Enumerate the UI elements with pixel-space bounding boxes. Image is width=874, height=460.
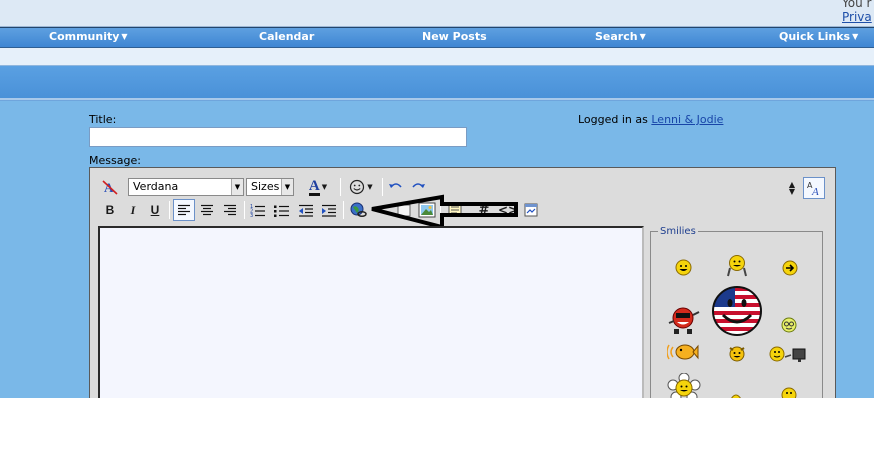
title-label: Title: [89,113,117,126]
align-right-button[interactable] [220,200,240,220]
toolbar-separator [244,201,245,219]
chevron-down-icon: ▼ [321,183,328,191]
remove-format-button[interactable]: A [100,177,120,197]
arrow-smiley-icon[interactable] [782,260,798,276]
message-label: Message: [89,154,141,167]
wink-icon[interactable] [781,317,797,333]
chevron-down-icon: ▼ [281,179,293,195]
align-center-button[interactable] [197,200,217,220]
outdent-button[interactable] [296,200,316,220]
tv-smiley-icon[interactable] [768,344,812,364]
nav-search[interactable]: Search ▼ [595,30,646,43]
undo-icon [389,183,402,188]
message-textarea[interactable] [98,226,644,398]
welcome-text: You r [842,0,872,10]
nav-quick-links-label: Quick Links [779,30,851,43]
band-divider [0,98,874,101]
partial-smiley-icon-2[interactable] [780,386,798,398]
screenshot: You r Priva Community ▼ Calendar New Post… [0,0,874,398]
cheer-icon[interactable] [725,253,749,277]
underline-button[interactable]: U [145,200,165,220]
chevron-down-icon: ▼ [367,183,373,191]
insert-php-button[interactable] [521,200,541,220]
switch-editor-mode-button[interactable]: AA [803,177,825,199]
align-center-icon [201,204,213,216]
nav-community-label: Community [49,30,120,43]
devil-icon[interactable] [727,344,747,362]
font-color-icon: A [308,177,320,196]
font-select-value: Verdana [133,180,179,193]
nav-calendar-label: Calendar [259,30,315,43]
indent-button[interactable] [319,200,339,220]
indent-icon [322,204,336,217]
privacy-link[interactable]: Priva [842,10,874,24]
fish-icon[interactable] [667,341,699,363]
php-code-icon [524,203,538,217]
size-select-value: Sizes [251,180,280,193]
align-left-icon [178,204,190,216]
expand-down-icon: ▼ [788,187,796,196]
nav-quick-links[interactable]: Quick Links ▼ [779,30,858,43]
smile-icon[interactable] [675,259,692,276]
outdent-icon [299,204,313,217]
bullet-list-icon [274,205,289,217]
smilies-legend: Smilies [658,226,698,237]
align-right-icon [224,204,236,216]
pirate-icon[interactable] [666,303,700,335]
ordered-list-button[interactable]: 123 [248,200,268,220]
pale-strip [0,48,874,66]
italic-button[interactable]: I [123,200,143,220]
align-left-button[interactable] [173,199,195,221]
usa-flag-smiley-icon[interactable] [711,285,763,337]
editor-mode-icon: AA [807,181,819,196]
chevron-down-icon: ▼ [121,32,128,41]
svg-text:3: 3 [250,213,253,217]
remove-format-icon: A [102,180,118,195]
top-strip [0,0,874,27]
resize-editor-button[interactable]: ▲ ▼ [786,178,798,198]
nav-new-posts[interactable]: New Posts [422,30,487,43]
chevron-down-icon: ▼ [231,179,243,195]
logged-in-prefix: Logged in as [578,113,648,126]
font-select[interactable]: Verdana ▼ [128,178,244,196]
smiley-icon [350,179,365,195]
navbar: Community ▼ Calendar New Posts Search ▼ Qu… [0,27,874,48]
username-link[interactable]: Lenni & Jodie [651,113,723,126]
font-color-button[interactable]: A ▼ [300,177,336,197]
partial-smiley-icon[interactable] [729,393,743,398]
toolbar-separator [169,201,170,219]
chevron-down-icon: ▼ [852,32,859,41]
nav-calendar[interactable]: Calendar [259,30,314,43]
size-select[interactable]: Sizes ▼ [246,178,294,196]
title-input[interactable] [89,127,467,147]
corner-text: You r Priva [842,0,874,24]
toolbar-separator [340,178,341,196]
chevron-down-icon: ▼ [639,32,646,41]
toolbar-separator [343,201,344,219]
redo-icon [412,183,425,188]
nav-new-posts-label: New Posts [422,30,487,43]
breadcrumb-band [0,66,874,98]
nav-community[interactable]: Community ▼ [49,30,128,43]
bold-button[interactable]: B [100,200,120,220]
nav-search-label: Search [595,30,638,43]
bullet-list-button[interactable] [272,200,292,220]
flower-smiley-icon[interactable] [667,373,701,398]
svg-text:A: A [811,186,819,196]
logged-in-status: Logged in as Lenni & Jodie [578,113,723,126]
ordered-list-icon: 123 [250,204,265,217]
